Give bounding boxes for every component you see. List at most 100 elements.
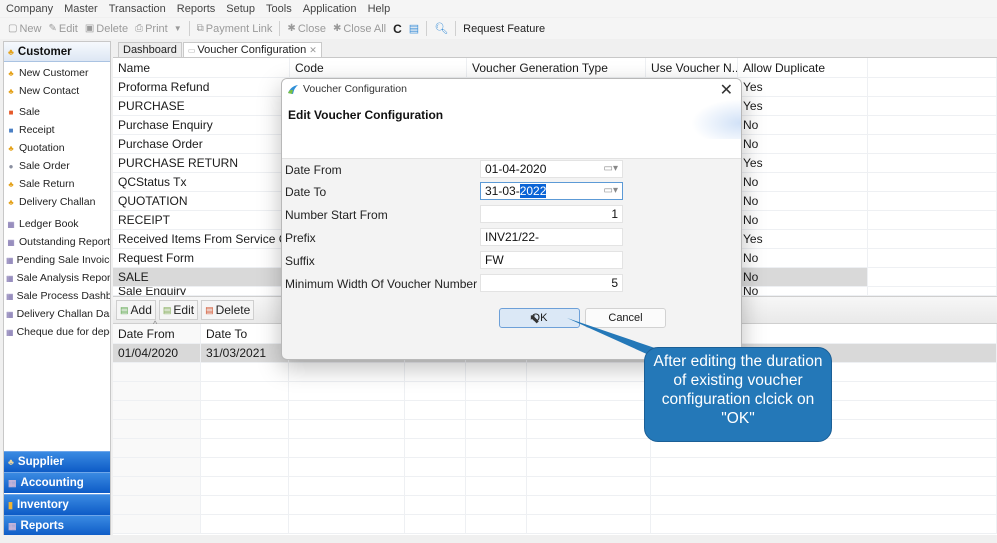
grid-cell [651, 496, 997, 514]
sidebar-header-customer[interactable]: ♣ Customer [4, 42, 110, 62]
sidebar-item-quotation[interactable]: ♣ Quotation [4, 139, 110, 157]
tab-voucher-configuration[interactable]: ▭ Voucher Configuration ✕ [182, 42, 322, 57]
sidebar-category-reports[interactable]: ▦ Reports [4, 515, 110, 536]
sidebar-item-sale-return[interactable]: ♣ Sale Return [4, 175, 110, 193]
sidebar-item-new-contact[interactable]: ♣ New Contact [4, 82, 110, 100]
menu-company[interactable]: Company [6, 3, 53, 15]
add-button[interactable]: ▤ Add [116, 300, 156, 320]
calculator-button[interactable]: ▤ [409, 22, 419, 35]
empty-row [113, 477, 997, 496]
calendar-dropdown-icon[interactable]: ▭▾ [604, 185, 618, 196]
grid-cell [405, 439, 466, 457]
cell-allow-duplicate: Yes [738, 78, 868, 96]
grid-cell [466, 401, 527, 419]
sidebar-item-delivery-challan[interactable]: ♣ Delivery Challan [4, 193, 110, 211]
edit-detail-button[interactable]: ▤ Edit [158, 300, 199, 320]
sidebar-item-sale-analysis-report[interactable]: ▦ Sale Analysis Report [4, 269, 110, 287]
cell-name: Sale Enquiry [113, 287, 290, 295]
sidebar-category-accounting[interactable]: ▦ Accounting [4, 472, 110, 493]
toolbar-separator [426, 21, 428, 36]
accounting-icon: ▦ [8, 477, 17, 488]
delete-detail-button[interactable]: ▤ Delete [201, 300, 255, 320]
column-header-date-from[interactable]: Date From ^ [113, 319, 201, 343]
column-header-name[interactable]: Name ^ [113, 58, 290, 77]
column-header-code[interactable]: Code [290, 58, 467, 77]
grid-cell [289, 420, 405, 438]
grid-header: Name ^ Code Voucher Generation Type Use V… [113, 58, 997, 78]
grid-cell [113, 458, 201, 476]
delete-icon: ▤ [205, 304, 214, 315]
calendar-dropdown-icon[interactable]: ▭▾ [604, 163, 618, 174]
close-tab-icon[interactable]: ✕ [309, 45, 317, 55]
inventory-icon: ▮ [8, 499, 13, 510]
grid-cell [651, 458, 997, 476]
status-bar [0, 535, 997, 543]
suffix-field[interactable]: FW [480, 251, 623, 269]
dialog-title-bar: Voucher Configuration [287, 83, 407, 95]
cancel-button[interactable]: Cancel [585, 308, 666, 328]
cell-empty [868, 230, 997, 248]
column-header-use-voucher-number[interactable]: Use Voucher N... [646, 58, 738, 77]
grid-cell [113, 382, 201, 400]
grid-cell [405, 477, 466, 495]
column-header-allow-duplicate[interactable]: Allow Duplicate [738, 58, 868, 77]
person-icon: ♣ [8, 143, 14, 153]
grid-cell [466, 420, 527, 438]
sidebar-category-inventory[interactable]: ▮ Inventory [4, 494, 110, 515]
close-all-button[interactable]: ✱ Close All [333, 23, 386, 35]
cell-empty [868, 192, 997, 210]
sidebar-item-sale-process-dashboard[interactable]: ▦Sale Process Dashboard [4, 287, 110, 305]
date-from-field[interactable]: 01-04-2020 ▭▾ [480, 160, 623, 178]
refresh-button[interactable]: C [393, 22, 402, 36]
menu-application[interactable]: Application [303, 3, 357, 15]
dialog-close-icon[interactable]: ✕ [720, 80, 733, 100]
tab-dashboard[interactable]: Dashboard [118, 42, 182, 57]
search-icon: 🔍︎ [434, 23, 449, 35]
sidebar-item-sale[interactable]: ■ Sale [4, 103, 110, 121]
menu-reports[interactable]: Reports [177, 3, 216, 15]
menu-transaction[interactable]: Transaction [109, 3, 166, 15]
print-button[interactable]: ⎙ Print ▼ [135, 23, 182, 35]
sidebar-category-supplier[interactable]: ♣ Supplier [4, 451, 110, 472]
delete-button[interactable]: ▣ Delete [85, 23, 128, 35]
column-header-date-to[interactable]: Date To [201, 324, 289, 343]
menu-setup[interactable]: Setup [226, 3, 255, 15]
person-icon: ♣ [8, 68, 14, 78]
voucher-configuration-dialog: Voucher Configuration ✕ Edit Voucher Con… [281, 78, 742, 360]
sidebar-item-delivery-challan-dashboard[interactable]: ▦Delivery Challan Dashboard [4, 305, 110, 323]
column-header-voucher-generation-type[interactable]: Voucher Generation Type [467, 58, 646, 77]
person-icon: ♣ [8, 197, 14, 207]
label-suffix: Suffix [285, 254, 315, 268]
grid-cell [651, 477, 997, 495]
date-to-field[interactable]: 31-03- 2022 ▭▾ [480, 182, 623, 200]
cell-empty [868, 211, 997, 229]
prefix-field[interactable]: INV21/22- [480, 228, 623, 246]
sidebar-item-pending-sale-invoices[interactable]: ▦Pending Sale Invoices [4, 251, 110, 269]
sidebar-item-outstanding-report[interactable]: ▦ Outstanding Report [4, 233, 110, 251]
edit-button[interactable]: ✎ Edit [48, 23, 77, 35]
order-icon: ● [8, 161, 14, 171]
grid-cell [527, 401, 651, 419]
sidebar-item-receipt[interactable]: ■ Receipt [4, 121, 110, 139]
number-start-from-field[interactable]: 1 [480, 205, 623, 223]
person-icon: ♣ [8, 46, 14, 57]
sidebar-item-sale-order[interactable]: ● Sale Order [4, 157, 110, 175]
sidebar-item-ledger-book[interactable]: ▦ Ledger Book [4, 215, 110, 233]
sidebar-item-cheque-due[interactable]: ▦Cheque due for deposit [4, 323, 110, 341]
close-button[interactable]: ✱ Close [287, 23, 326, 35]
label-minimum-width: Minimum Width Of Voucher Number [285, 277, 478, 291]
cell-allow-duplicate: No [738, 116, 868, 134]
menu-tools[interactable]: Tools [266, 3, 292, 15]
payment-link-button[interactable]: ⧉ Payment Link [197, 23, 273, 35]
request-feature-button[interactable]: Request Feature [463, 23, 545, 35]
new-button[interactable]: ▢ New [8, 23, 41, 35]
menu-master[interactable]: Master [64, 3, 98, 15]
sidebar-item-new-customer[interactable]: ♣ New Customer [4, 64, 110, 82]
cell-allow-duplicate: No [738, 211, 868, 229]
grid-cell [201, 439, 289, 457]
search-button[interactable]: 🔍︎ [434, 22, 448, 35]
cell-allow-duplicate: No [738, 249, 868, 267]
menu-help[interactable]: Help [368, 3, 391, 15]
minimum-width-field[interactable]: 5 [480, 274, 623, 292]
cell-empty [868, 287, 997, 295]
